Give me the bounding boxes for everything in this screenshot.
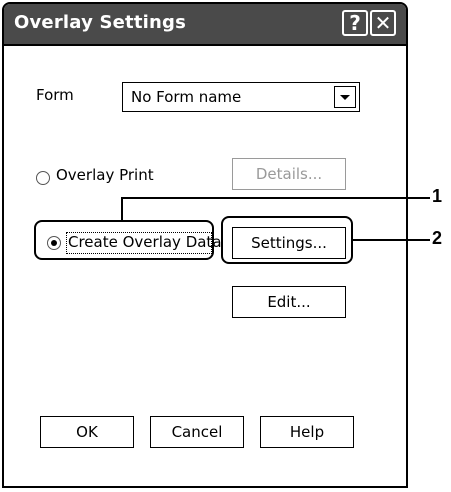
callout-number-1: 1 xyxy=(432,186,443,206)
callout-leader-lines xyxy=(121,197,430,241)
callout-number-2: 2 xyxy=(432,228,443,248)
